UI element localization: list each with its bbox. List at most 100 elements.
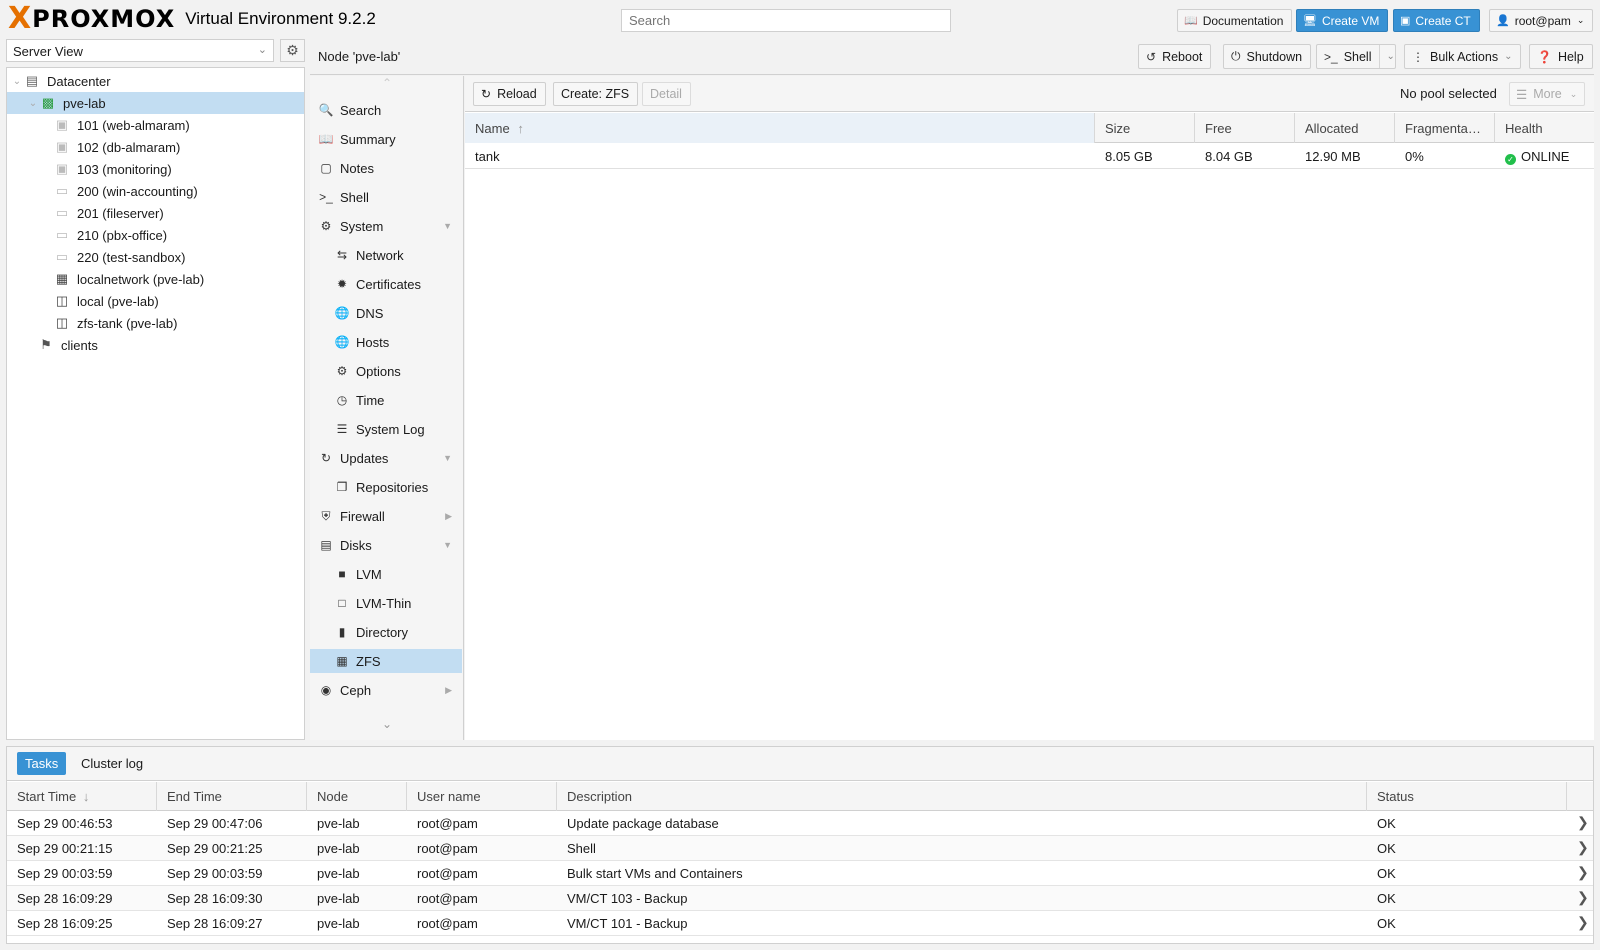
user-menu-button[interactable]: 👤 root@pam ⌄	[1489, 9, 1594, 32]
shell-button[interactable]: >_ Shell ⌄	[1316, 44, 1396, 69]
tree-settings-button[interactable]: ⚙	[280, 39, 305, 62]
documentation-button[interactable]: 📖 Documentation	[1177, 9, 1293, 32]
col-header-allocated[interactable]: Allocated	[1295, 113, 1395, 143]
tree-item-local-storage[interactable]: ◫ local (pve-lab)	[7, 290, 304, 312]
menu-network[interactable]: ⇆ Network	[310, 243, 462, 267]
tree-item-vm-210[interactable]: ▭ 210 (pbx-office)	[7, 224, 304, 246]
cell-allocated: 12.90 MB	[1305, 149, 1361, 164]
more-button[interactable]: ☰ More ⌄	[1509, 82, 1585, 106]
menu-lvm[interactable]: ■ LVM	[310, 562, 462, 586]
chevron-right-icon[interactable]: ❯	[1577, 911, 1593, 936]
global-search-input[interactable]	[621, 9, 951, 32]
menu-disks[interactable]: ▤ Disks ▼	[310, 533, 462, 557]
help-button[interactable]: ❓ Help	[1529, 44, 1593, 69]
menu-options[interactable]: ⚙ Options	[310, 359, 462, 383]
menu-hosts[interactable]: 🌐 Hosts	[310, 330, 462, 354]
collapse-icon[interactable]: ⌄	[11, 76, 23, 87]
more-label: More	[1533, 87, 1562, 101]
chevron-right-icon[interactable]: ❯	[1577, 811, 1593, 836]
tree-item-clients[interactable]: ⚑ clients	[7, 334, 304, 356]
menu-label: LVM	[356, 566, 382, 582]
chevron-down-icon[interactable]: ⌄	[1379, 45, 1395, 68]
col-label: Status	[1377, 789, 1414, 804]
tree-item-ct-103[interactable]: ▣ 103 (monitoring)	[7, 158, 304, 180]
container-icon: ▣	[55, 161, 69, 176]
tree-item-vm-220[interactable]: ▭ 220 (test-sandbox)	[7, 246, 304, 268]
collapse-icon[interactable]: ⌄	[27, 98, 39, 109]
menu-zfs[interactable]: ▦ ZFS	[310, 649, 462, 673]
col-header-fragmentation[interactable]: Fragmenta…	[1395, 113, 1495, 143]
menu-lvm-thin[interactable]: □ LVM-Thin	[310, 591, 462, 615]
server-rack-icon: ▤	[25, 73, 39, 88]
caret-down-icon: ▼	[443, 453, 452, 463]
menu-updates[interactable]: ↻ Updates ▼	[310, 446, 462, 470]
tasks-panel: Tasks Cluster log Start Time ↓ End Time …	[6, 746, 1594, 944]
col-label: End Time	[167, 789, 222, 804]
col-header-description[interactable]: Description	[557, 782, 1367, 811]
col-header-start-time[interactable]: Start Time ↓	[7, 782, 157, 811]
chevron-right-icon[interactable]: ❯	[1577, 861, 1593, 886]
create-vm-button[interactable]: 🖥 Create VM	[1296, 9, 1389, 32]
menu-ceph[interactable]: ◉ Ceph ▶	[310, 678, 462, 702]
menu-repositories[interactable]: ❐ Repositories	[310, 475, 462, 499]
chevron-right-icon[interactable]: ❯	[1577, 836, 1593, 861]
vm-icon: ▭	[55, 249, 69, 264]
menu-shell[interactable]: >_ Shell	[310, 185, 462, 209]
tree-item-ct-102[interactable]: ▣ 102 (db-almaram)	[7, 136, 304, 158]
task-row[interactable]: Sep 29 00:03:59 Sep 29 00:03:59 pve-lab …	[7, 861, 1593, 886]
col-header-node[interactable]: Node	[307, 782, 407, 811]
menu-notes[interactable]: ▢ Notes	[310, 156, 462, 180]
menu-time[interactable]: ◷ Time	[310, 388, 462, 412]
task-row[interactable]: Sep 29 00:46:53 Sep 29 00:47:06 pve-lab …	[7, 811, 1593, 836]
search-icon: 🔍	[318, 103, 334, 117]
task-row[interactable]: Sep 29 00:21:15 Sep 29 00:21:25 pve-lab …	[7, 836, 1593, 861]
menu-certificates[interactable]: ✹ Certificates	[310, 272, 462, 296]
detail-button[interactable]: Detail	[642, 82, 691, 106]
menu-label: Hosts	[356, 334, 390, 350]
cell-description: Bulk start VMs and Containers	[567, 866, 743, 881]
menu-firewall[interactable]: ⛨ Firewall ▶	[310, 504, 462, 528]
scroll-down-icon[interactable]: ⌄	[310, 717, 464, 737]
reboot-label: Reboot	[1162, 49, 1203, 64]
chevron-right-icon[interactable]: ❯	[1577, 886, 1593, 911]
globe-icon: 🌐	[334, 306, 350, 320]
create-ct-button[interactable]: ▣ Create CT	[1393, 9, 1480, 32]
task-row[interactable]: Sep 28 16:09:29 Sep 28 16:09:30 pve-lab …	[7, 886, 1593, 911]
tree-item-ct-101[interactable]: ▣ 101 (web-almaram)	[7, 114, 304, 136]
tab-tasks[interactable]: Tasks	[17, 752, 67, 775]
col-header-free[interactable]: Free	[1195, 113, 1295, 143]
col-header-health[interactable]: Health	[1495, 113, 1594, 143]
task-row[interactable]: Sep 28 16:09:25 Sep 28 16:09:27 pve-lab …	[7, 911, 1593, 936]
scroll-up-icon[interactable]: ⌃	[310, 76, 464, 96]
tree-item-zfs-tank-storage[interactable]: ◫ zfs-tank (pve-lab)	[7, 312, 304, 334]
menu-directory[interactable]: ▮ Directory	[310, 620, 462, 644]
col-header-user-name[interactable]: User name	[407, 782, 557, 811]
create-zfs-button[interactable]: Create: ZFS	[553, 82, 639, 106]
tree-item-vm-200[interactable]: ▭ 200 (win-accounting)	[7, 180, 304, 202]
tree-item-datacenter[interactable]: ⌄ ▤ Datacenter	[7, 70, 304, 92]
table-row[interactable]: tank 8.05 GB 8.04 GB 12.90 MB 0% ✓ ONLINE	[465, 143, 1594, 169]
tree-item-localnetwork[interactable]: ▦ localnetwork (pve-lab)	[7, 268, 304, 290]
col-header-size[interactable]: Size	[1095, 113, 1195, 143]
reboot-button[interactable]: ↺ Reboot	[1138, 44, 1212, 69]
shutdown-button[interactable]: ⏻ Shutdown	[1223, 44, 1312, 69]
menu-search[interactable]: 🔍 Search	[310, 98, 462, 122]
col-header-status[interactable]: Status	[1367, 782, 1567, 811]
menu-system[interactable]: ⚙ System ▼	[310, 214, 462, 238]
menu-system-log[interactable]: ☰ System Log	[310, 417, 462, 441]
tree-item-pve-lab[interactable]: ⌄ ▩ pve-lab	[7, 92, 304, 114]
menu-dns[interactable]: 🌐 DNS	[310, 301, 462, 325]
tab-cluster-log[interactable]: Cluster log	[73, 752, 151, 775]
col-header-end-time[interactable]: End Time	[157, 782, 307, 811]
node-online-icon: ▩	[41, 95, 55, 110]
cell-end-time: Sep 29 00:21:25	[167, 841, 263, 856]
menu-summary[interactable]: 📖 Summary	[310, 127, 462, 151]
view-selector[interactable]: Server View ⌄	[6, 39, 274, 62]
menu-label: Firewall	[340, 508, 385, 524]
bulk-actions-button[interactable]: ⋮ Bulk Actions ⌄	[1404, 44, 1522, 69]
col-header-name[interactable]: Name ↑	[465, 113, 1095, 143]
tree-item-label: 103 (monitoring)	[77, 161, 172, 177]
tree-item-vm-201[interactable]: ▭ 201 (fileserver)	[7, 202, 304, 224]
create-zfs-label: Create: ZFS	[561, 87, 630, 101]
reload-button[interactable]: ↻ Reload	[473, 82, 546, 106]
